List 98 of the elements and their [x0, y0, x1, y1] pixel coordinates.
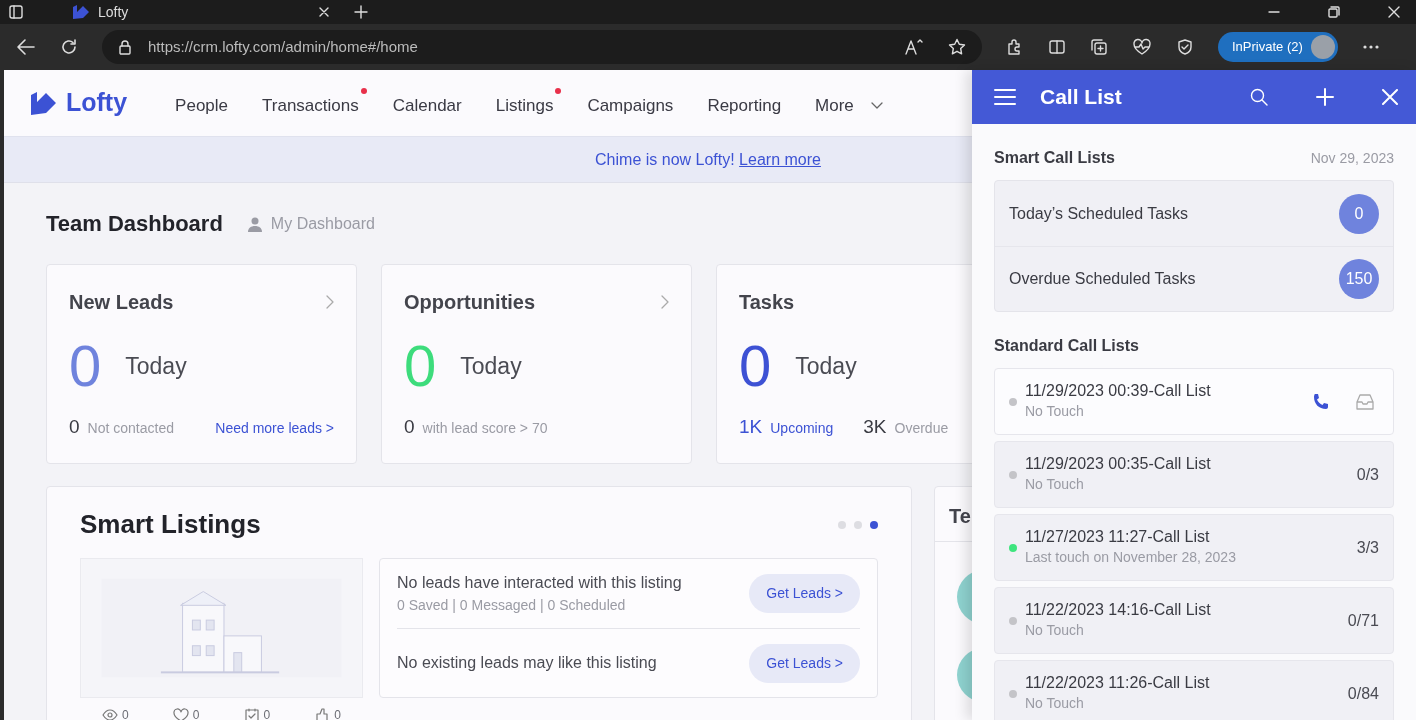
close-icon[interactable] — [318, 6, 331, 18]
collections-icon[interactable] — [1090, 38, 1108, 56]
list-status: No Touch — [1025, 401, 1085, 421]
stat-count: 0 — [334, 707, 341, 720]
stat-label: Not contacted — [87, 418, 174, 438]
list-name: 11/27/2023 11:27-Call List — [1025, 527, 1211, 547]
nav-link[interactable]: Calendar — [392, 87, 470, 119]
plus-icon[interactable] — [354, 5, 369, 19]
progress-text: 0/71 — [1347, 610, 1379, 631]
nav-link[interactable]: Campaigns — [587, 87, 682, 119]
nav-link[interactable]: More — [815, 87, 892, 119]
progress-text: 0/3 — [1356, 464, 1379, 485]
thumbs-up-icon — [314, 708, 331, 720]
call-list-item[interactable]: 11/22/2023 14:16-Call List No Touch 0/71 — [994, 587, 1394, 654]
stat-value: 0 — [69, 414, 80, 439]
menu-icon[interactable] — [994, 88, 1016, 106]
back-icon[interactable] — [16, 38, 36, 56]
stat-label: Upcoming — [770, 418, 834, 438]
count-badge: 0 — [1339, 193, 1379, 234]
calendar-check-icon — [243, 708, 260, 720]
logo-icon — [30, 90, 58, 116]
list-name: 11/22/2023 14:16-Call List — [1025, 600, 1211, 620]
nav-link[interactable]: Reporting — [707, 87, 790, 119]
read-aloud-icon[interactable] — [904, 38, 924, 56]
reload-icon[interactable] — [60, 38, 78, 56]
count-number: 0 — [69, 337, 102, 395]
search-icon[interactable] — [1250, 88, 1268, 106]
stat-count: 0 — [263, 707, 271, 720]
date-label: Nov 29, 2023 — [1310, 148, 1394, 168]
nav-link[interactable]: Listings — [495, 87, 562, 119]
list-name: 11/29/2023 00:35-Call List — [1025, 454, 1211, 474]
count-number: 0 — [739, 337, 772, 395]
shield-icon[interactable] — [1176, 38, 1194, 56]
restore-icon[interactable] — [1328, 6, 1340, 18]
close-icon[interactable] — [1388, 6, 1400, 18]
list-name: 11/22/2023 11:26-Call List — [1025, 673, 1210, 693]
info-text: No existing leads may like this listing — [397, 653, 657, 673]
tab-actions-icon[interactable] — [8, 4, 24, 20]
stat-count: 0 — [192, 707, 200, 720]
star-icon[interactable] — [948, 38, 966, 56]
tab-title: Lofty — [98, 2, 129, 22]
card-title: Tasks — [739, 290, 795, 315]
nav-link[interactable]: People — [175, 87, 237, 119]
stat-value: 0 — [404, 414, 415, 439]
logo-icon — [72, 4, 90, 20]
nav-link[interactable]: Transactions — [262, 87, 367, 119]
count-number: 0 — [404, 337, 437, 395]
pager-dot[interactable] — [838, 520, 846, 529]
get-leads-button[interactable]: Get Leads > — [749, 574, 860, 613]
list-name[interactable]: Today’s Scheduled Tasks — [1009, 201, 1189, 226]
lock-icon — [118, 39, 132, 55]
stat-value: 1K — [739, 414, 763, 439]
logo-text: Lofty — [66, 87, 128, 119]
stat-label: Overdue — [894, 418, 949, 438]
period-label: Today — [125, 351, 187, 381]
pager-dot[interactable] — [854, 520, 862, 529]
period-label: Today — [795, 351, 857, 381]
list-status: Last touch on November 28, 2023 — [1025, 547, 1236, 567]
heart-icon — [172, 708, 189, 720]
section-title: Standard Call Lists — [994, 336, 1140, 356]
progress-text: 3/3 — [1356, 537, 1379, 558]
info-detail: 0 Saved | 0 Messaged | 0 Scheduled — [397, 596, 627, 615]
inprivate-button[interactable]: InPrivate (2) — [1218, 32, 1338, 62]
stat-value: 3K — [863, 414, 887, 439]
need-more-leads-link[interactable]: Need more leads > — [215, 417, 334, 439]
dashboard-title: Team Dashboard — [46, 210, 223, 238]
learn-more-link[interactable]: Learn more — [739, 150, 821, 168]
progress-text: 0/84 — [1347, 683, 1379, 704]
list-status: No Touch — [1025, 693, 1085, 713]
get-leads-button[interactable]: Get Leads > — [749, 643, 860, 683]
split-screen-icon[interactable] — [1048, 38, 1066, 56]
info-text: No leads have interacted with this listing — [397, 573, 682, 593]
more-icon[interactable] — [1361, 44, 1380, 50]
person-icon — [246, 215, 263, 232]
count-badge: 150 — [1339, 259, 1379, 299]
call-list-item[interactable]: 11/29/2023 00:35-Call List No Touch 0/3 — [994, 441, 1394, 508]
chevron-down-icon — [869, 101, 884, 110]
heartbeat-icon[interactable] — [1132, 38, 1152, 56]
call-list-item[interactable]: 11/27/2023 11:27-Call List Last touch on November 28, 2023 3/3 — [994, 514, 1394, 581]
list-name: 11/29/2023 00:39-Call List — [1025, 381, 1211, 401]
panel-title: Call List — [1040, 84, 1122, 111]
section-title: Smart Call Lists — [994, 148, 1115, 168]
eye-icon — [102, 708, 119, 720]
stat-count: 0 — [122, 707, 129, 720]
banner-text: Chime is now Lofty! Learn more — [595, 149, 821, 170]
pager-dot[interactable] — [870, 520, 878, 529]
period-label: Today — [460, 351, 522, 381]
list-status: No Touch — [1025, 620, 1085, 640]
section-title: Smart Listings — [80, 508, 261, 541]
card-title: Opportunities — [404, 290, 536, 315]
call-list-item[interactable]: 11/29/2023 00:39-Call List No Touch — [994, 368, 1394, 435]
list-name[interactable]: Overdue Scheduled Tasks — [1009, 267, 1196, 291]
list-status: No Touch — [1025, 474, 1085, 494]
phone-icon[interactable] — [1311, 391, 1331, 412]
card-title: New Leads — [69, 290, 174, 315]
avatar-icon — [1310, 35, 1335, 59]
stat-label: with lead score > 70 — [422, 418, 548, 438]
call-list-item[interactable]: 11/22/2023 11:26-Call List No Touch 0/84 — [994, 660, 1394, 720]
